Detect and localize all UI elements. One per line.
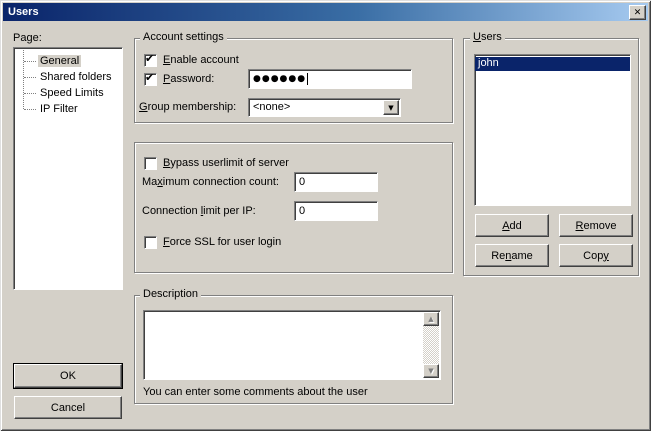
group-membership-label: Group membership: — [139, 101, 236, 114]
scroll-up-button[interactable]: ▲ — [423, 312, 439, 326]
cancel-button[interactable]: Cancel — [14, 396, 122, 419]
connection-limit-per-ip-value: 0 — [299, 205, 305, 217]
scroll-up-icon: ▲ — [428, 315, 433, 323]
group-membership-value: <none> — [253, 101, 290, 113]
checkmark-icon: ✔ — [145, 52, 154, 65]
force-ssl-label: Force SSL for user login — [163, 236, 281, 249]
text-caret — [307, 73, 308, 85]
tree-item-label: Speed Limits — [38, 87, 106, 99]
rename-button[interactable]: Rename — [475, 244, 549, 267]
password-input[interactable]: ●●●●●● — [248, 69, 412, 89]
connection-limit-per-ip-input[interactable]: 0 — [294, 201, 378, 221]
user-name: john — [478, 57, 499, 69]
enable-account-label: Enable account — [163, 54, 239, 67]
max-connection-count-input[interactable]: 0 — [294, 172, 378, 192]
bypass-userlimit-checkbox[interactable] — [144, 157, 157, 170]
password-label: Password: — [163, 73, 214, 86]
close-button[interactable]: ✕ — [629, 5, 646, 20]
tree-item-ip-filter[interactable]: IP Filter — [14, 102, 122, 118]
max-connection-count-value: 0 — [299, 176, 305, 188]
users-group: Users john Add Remove Rename Copy — [463, 38, 639, 276]
password-checkbox[interactable]: ✔ — [144, 73, 157, 86]
tree-item-general[interactable]: General — [14, 54, 122, 70]
cancel-button-label: Cancel — [51, 402, 85, 414]
ok-button[interactable]: OK — [14, 364, 122, 388]
checkmark-icon: ✔ — [145, 71, 154, 84]
tree-item-speed-limits[interactable]: Speed Limits — [14, 86, 122, 102]
account-settings-legend: Account settings — [140, 31, 227, 44]
add-button[interactable]: Add — [475, 214, 549, 237]
remove-button-label: Remove — [576, 220, 617, 232]
user-list-item[interactable]: john — [475, 57, 630, 71]
scrollbar-track[interactable] — [423, 326, 439, 364]
tree-item-label: General — [38, 55, 81, 67]
copy-button[interactable]: Copy — [559, 244, 633, 267]
description-legend: Description — [140, 288, 201, 301]
users-listbox[interactable]: john — [474, 54, 631, 206]
bypass-userlimit-label: Bypass userlimit of server — [163, 157, 289, 170]
users-legend: Users — [470, 31, 505, 44]
max-connection-count-label: Maximum connection count: — [142, 176, 279, 189]
close-icon: ✕ — [634, 8, 642, 18]
remove-button[interactable]: Remove — [559, 214, 633, 237]
description-textarea[interactable]: ▲ ▼ — [143, 310, 441, 380]
scroll-down-icon: ▼ — [428, 367, 433, 375]
description-scrollbar[interactable]: ▲ ▼ — [423, 312, 439, 378]
copy-button-label: Copy — [583, 250, 609, 262]
account-settings-group: Account settings ✔ Enable account ✔ Pass… — [134, 38, 453, 123]
users-dialog: Users ✕ Page: General Shared folders Spe… — [0, 0, 651, 431]
page-label: Page: — [13, 32, 42, 45]
scroll-down-button[interactable]: ▼ — [423, 364, 439, 378]
limits-group: Bypass userlimit of server Maximum conne… — [134, 142, 453, 273]
ok-button-label: OK — [60, 370, 76, 382]
window-title: Users — [8, 6, 39, 18]
enable-account-checkbox[interactable]: ✔ — [144, 54, 157, 67]
chevron-down-icon: ▼ — [388, 104, 393, 112]
titlebar[interactable]: Users — [3, 3, 648, 21]
rename-button-label: Rename — [491, 250, 533, 262]
tree-item-shared-folders[interactable]: Shared folders — [14, 70, 122, 86]
page-tree[interactable]: General Shared folders Speed Limits IP F… — [13, 47, 123, 290]
connection-limit-per-ip-label: Connection limit per IP: — [142, 205, 256, 218]
dropdown-button[interactable]: ▼ — [383, 100, 399, 115]
force-ssl-checkbox[interactable] — [144, 236, 157, 249]
tree-item-label: IP Filter — [38, 103, 80, 115]
group-membership-select[interactable]: <none> ▼ — [248, 98, 401, 117]
description-hint: You can enter some comments about the us… — [143, 386, 368, 399]
password-masked-value: ●●●●●● — [253, 74, 306, 84]
add-button-label: Add — [502, 220, 522, 232]
description-group: Description ▲ ▼ You can enter some comme… — [134, 295, 453, 404]
tree-item-label: Shared folders — [38, 71, 114, 83]
